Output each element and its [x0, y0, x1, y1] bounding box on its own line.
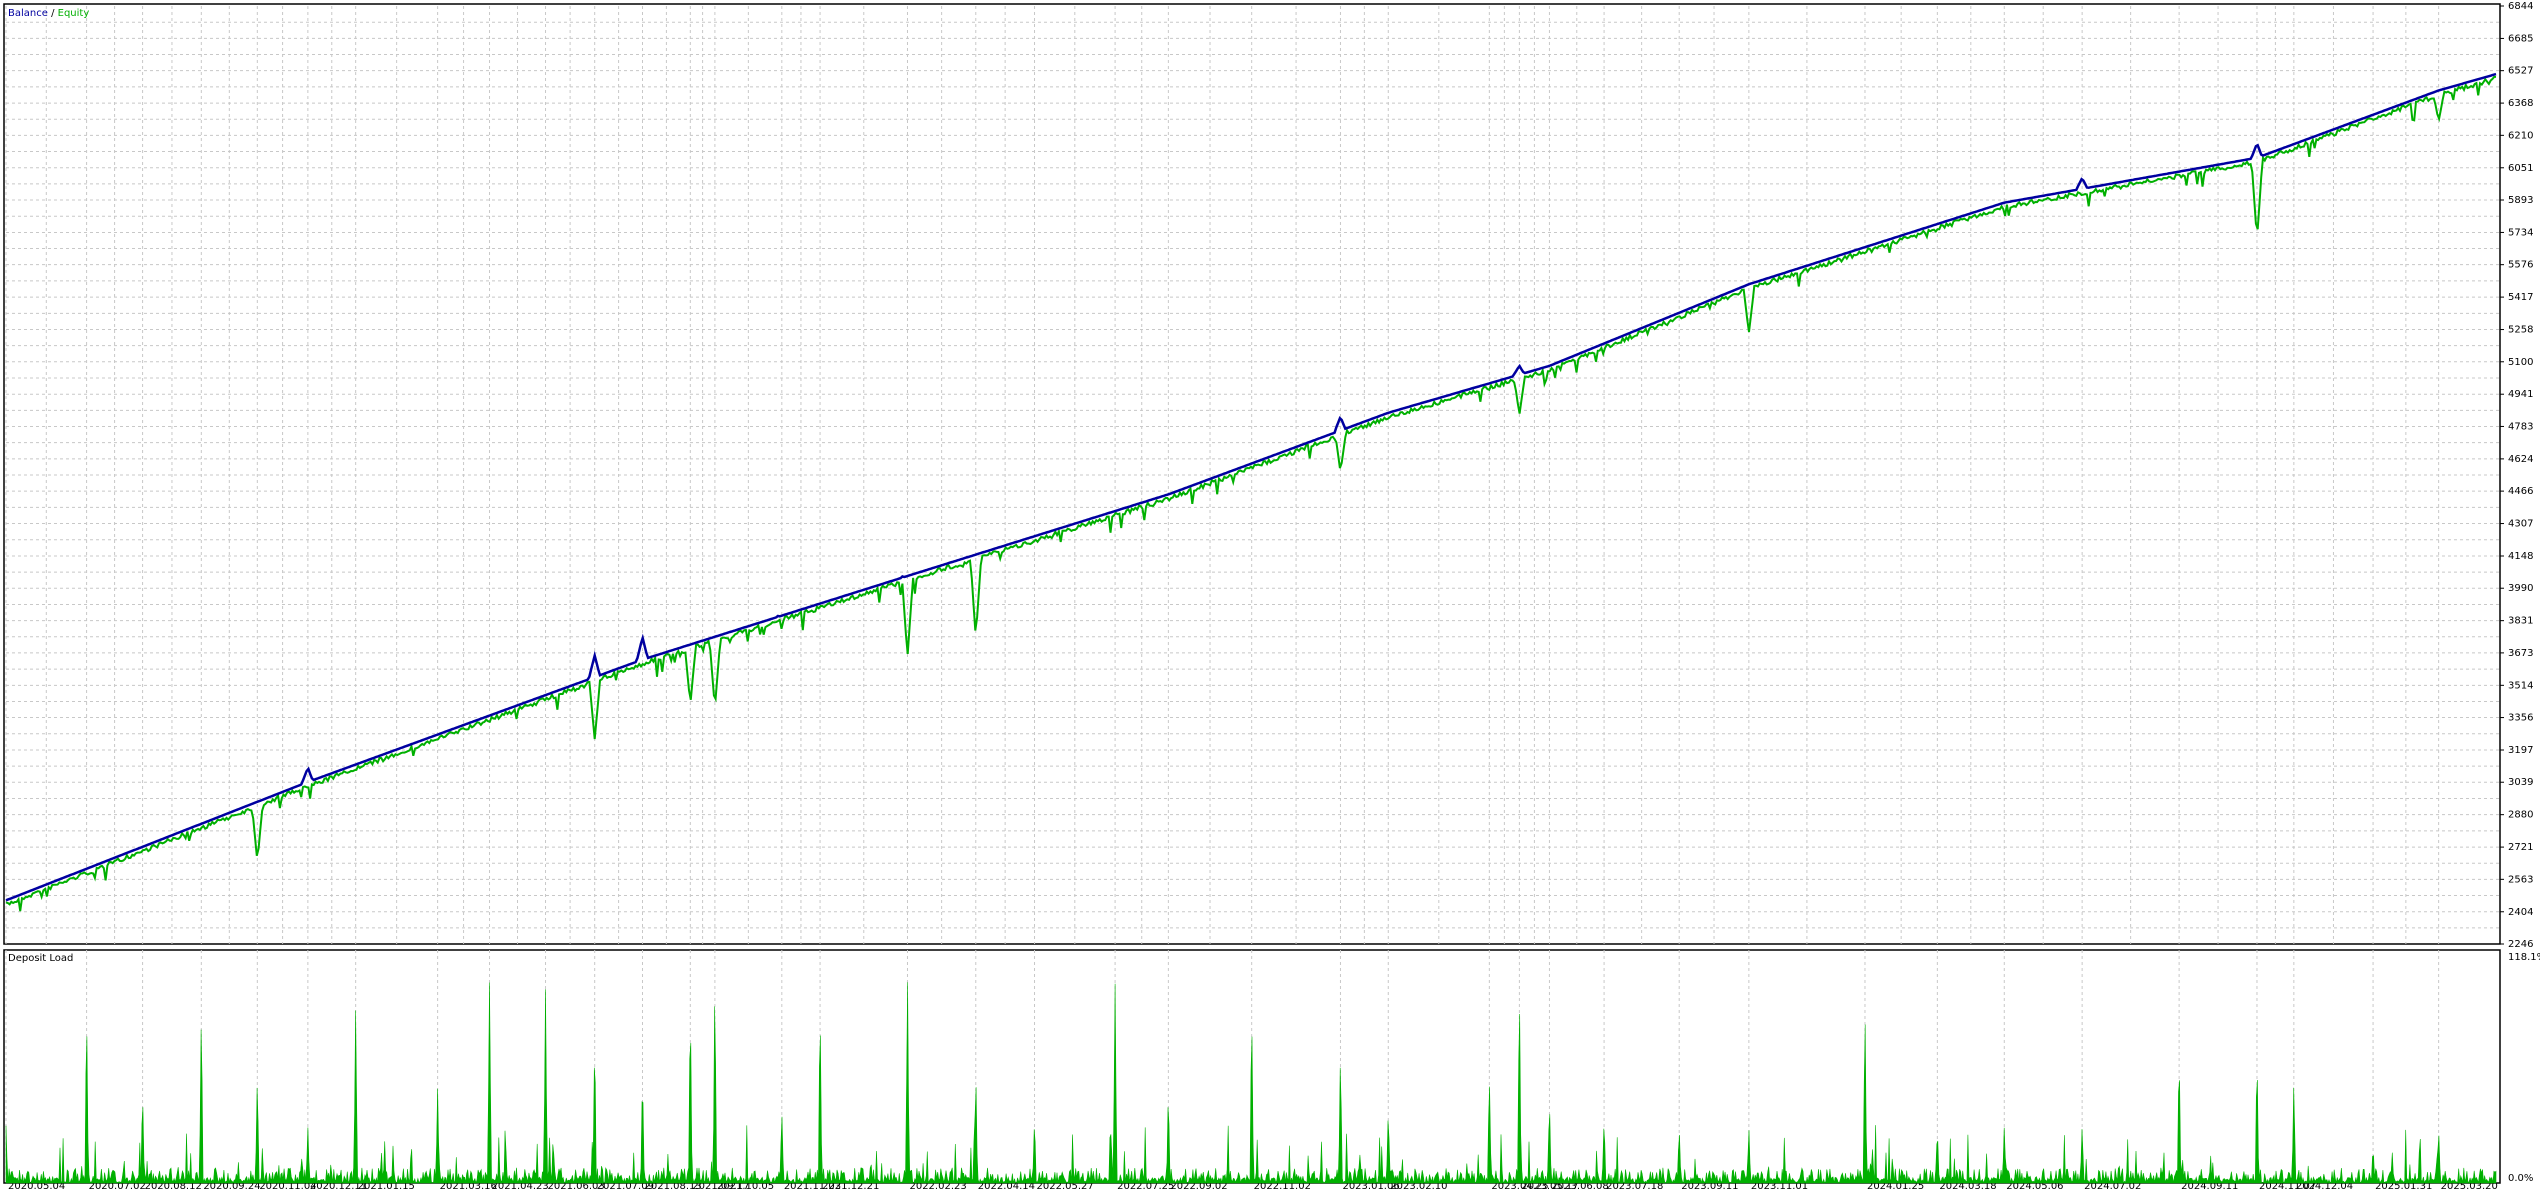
y-tick-label: 6685	[2508, 33, 2533, 44]
y-tick-label: 3039	[2508, 777, 2533, 788]
y-tick-label: 4941	[2508, 389, 2533, 400]
y-tick-label: 6844	[2508, 1, 2533, 12]
y-tick-label: 5258	[2508, 325, 2533, 336]
y-tick-label: 3673	[2508, 648, 2533, 659]
y-tick-label: 5417	[2508, 292, 2533, 303]
y-tick-label: 2563	[2508, 874, 2533, 885]
y-tick-label: 6051	[2508, 163, 2533, 174]
y-tick-label: 5893	[2508, 195, 2533, 206]
y-tick-label: 4307	[2508, 519, 2533, 530]
chart-svg: 6844 6685 6527 6368 6210 6051 5893 5734 5576 5417…	[3, 1, 2540, 1192]
y-tick-label: 3514	[2508, 680, 2533, 691]
legend-separator: /	[48, 8, 58, 19]
y-tick-label: 4148	[2508, 551, 2533, 562]
y-tick-label: 6368	[2508, 98, 2533, 109]
y-tick-label: 3356	[2508, 713, 2533, 724]
y-tick-label: 4783	[2508, 421, 2533, 432]
legend-equity: Equity	[58, 8, 90, 19]
y-tick-label: 3197	[2508, 745, 2533, 756]
y-tick-label: 5576	[2508, 260, 2533, 271]
y-tick-label: 2721	[2508, 842, 2533, 853]
y-tick-label: 2404	[2508, 907, 2533, 918]
y-tick-label: 5734	[2508, 227, 2533, 238]
y-tick-label: 5100	[2508, 357, 2533, 368]
y-tick-label: 3990	[2508, 583, 2533, 594]
y-tick-label: 3831	[2508, 616, 2533, 627]
deposit-load-scale-bottom: 0.0%	[2508, 1173, 2533, 1184]
y-tick-label: 4624	[2508, 454, 2533, 465]
y-tick-label: 4466	[2508, 486, 2533, 497]
y-tick-label: 2246	[2508, 939, 2533, 950]
y-tick-label: 6527	[2508, 66, 2533, 77]
legend: Balance / Equity	[8, 8, 89, 19]
y-tick-label: 6210	[2508, 130, 2533, 141]
deposit-load-title: Deposit Load	[8, 953, 73, 964]
y-tick-label: 2880	[2508, 810, 2533, 821]
strategy-tester-graph: 6844 6685 6527 6368 6210 6051 5893 5734 5576 5417…	[0, 0, 2540, 1195]
legend-balance: Balance	[8, 8, 48, 19]
deposit-load-scale-top: 118.1%	[2508, 952, 2540, 963]
